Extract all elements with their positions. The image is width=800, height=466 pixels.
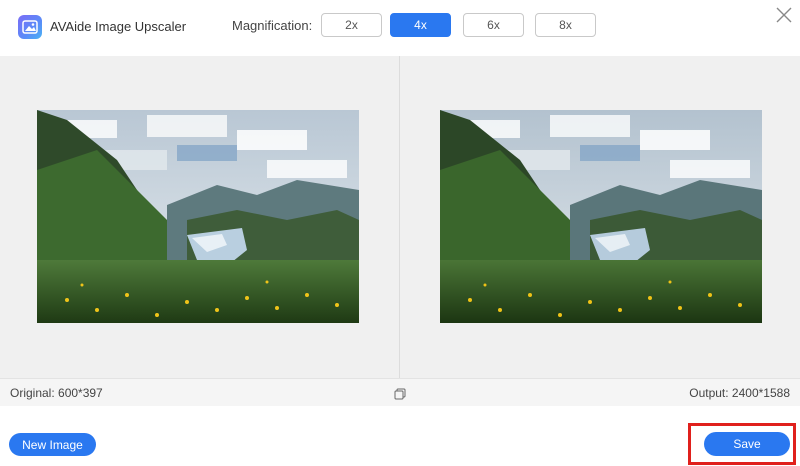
magnification-label: Magnification: [232,18,313,33]
output-image-preview [440,110,762,323]
info-bar: Original: 600*397 Output: 2400*1588 [0,378,800,406]
close-icon[interactable] [774,5,794,25]
original-image-preview [37,110,359,323]
magnification-8x-button[interactable]: 8x [535,13,596,37]
output-size-label: Output: 2400*1588 [689,386,790,400]
footer-bar: New Image Save [0,406,800,466]
app-logo-icon [18,15,42,39]
preview-divider [399,56,400,378]
save-button[interactable]: Save [704,432,790,456]
app-title: AVAide Image Upscaler [50,19,187,34]
magnification-6x-button[interactable]: 6x [463,13,524,37]
preview-area [0,56,800,378]
new-image-button[interactable]: New Image [9,433,96,456]
header-bar: AVAide Image Upscaler Magnification: 2x … [0,0,800,56]
magnification-2x-button[interactable]: 2x [321,13,382,37]
magnification-4x-button[interactable]: 4x [390,13,451,37]
original-size-label: Original: 600*397 [10,386,103,400]
copy-icon[interactable] [394,387,406,400]
